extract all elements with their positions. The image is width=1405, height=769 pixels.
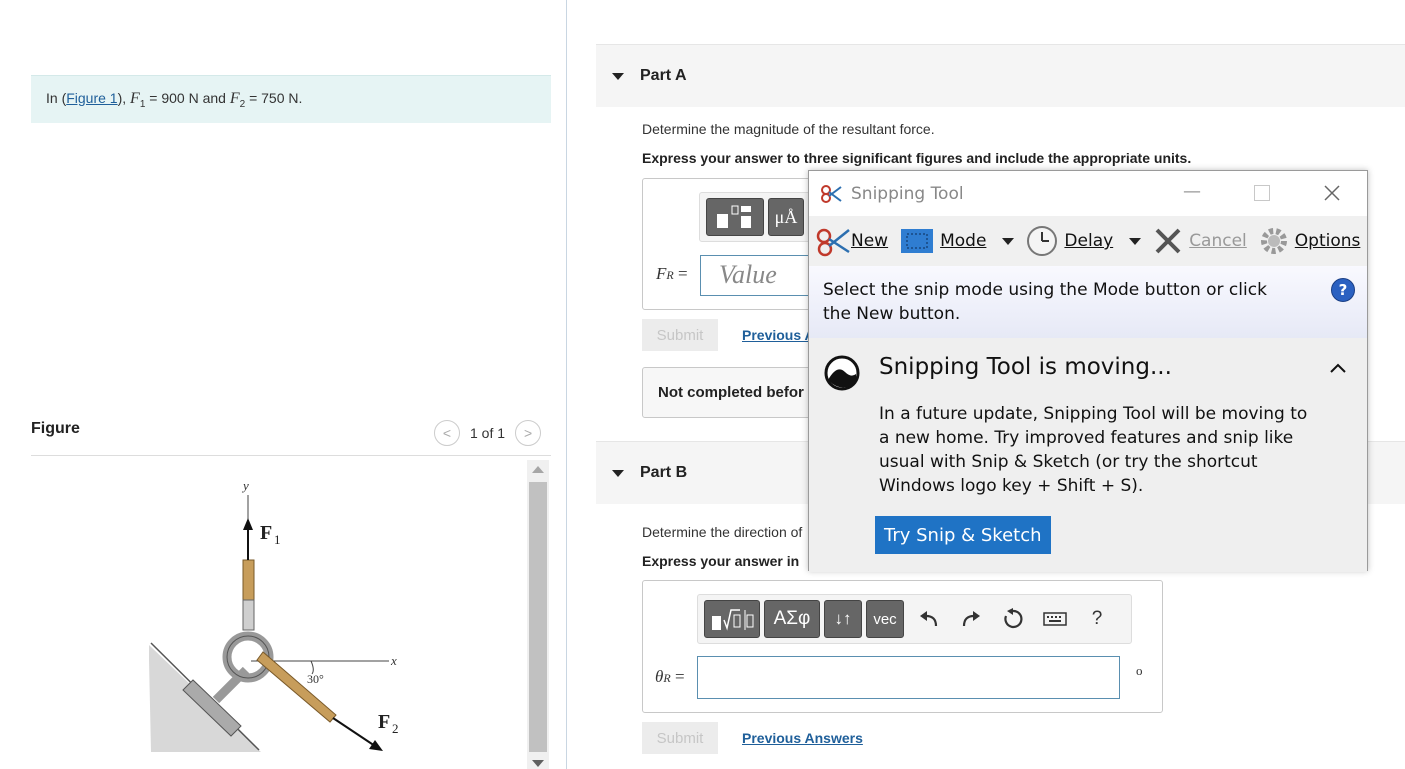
caret-down-icon — [612, 469, 624, 477]
sqrt-template-icon — [712, 609, 754, 631]
scissors-icon — [816, 228, 850, 257]
mode-dropdown-icon[interactable] — [1002, 237, 1015, 245]
part-a-previous-answers-link[interactable]: Previous A — [742, 327, 808, 343]
part-b-toolbar: ΑΣφ ↓↑ vec ? — [697, 594, 1132, 644]
moving-notice: Snipping Tool is moving... In a future u… — [809, 338, 1367, 572]
close-button[interactable] — [1323, 184, 1341, 202]
delay-dropdown-icon[interactable] — [1129, 237, 1142, 245]
part-a-instruction: Express your answer to three significant… — [642, 150, 1192, 166]
rectangle-mode-icon — [901, 229, 934, 253]
undo-icon — [920, 611, 938, 627]
f1-label-sub: 1 — [274, 532, 281, 547]
vector-button[interactable]: vec — [866, 600, 904, 638]
keyboard-button[interactable] — [1034, 600, 1076, 638]
part-a-question: Determine the magnitude of the resultant… — [642, 121, 935, 137]
x-axis-label: x — [390, 653, 397, 668]
pane-divider — [566, 0, 567, 769]
units-button[interactable]: μÅ — [768, 198, 804, 236]
part-a-submit-button[interactable]: Submit — [642, 319, 718, 351]
delay-button[interactable]: Delay — [1026, 225, 1142, 257]
mode-button[interactable]: Mode — [900, 228, 1015, 254]
pager-text: 1 of 1 — [470, 425, 506, 441]
maximize-button[interactable] — [1254, 185, 1270, 201]
part-b-previous-answers-link[interactable]: Previous Answers — [742, 730, 863, 746]
degree-unit: o — [1136, 663, 1143, 678]
fr-label: FR = — [656, 264, 688, 283]
f2-label-sub: 2 — [392, 721, 399, 736]
snip-sketch-icon — [824, 355, 860, 391]
chevron-left-icon: < — [442, 425, 452, 441]
options-button[interactable]: Options — [1259, 226, 1360, 256]
banner-body: In a future update, Snipping Tool will b… — [879, 404, 1308, 496]
problem-pane: In (Figure 1), F1 = 900 N and F2 = 750 N… — [0, 0, 566, 769]
gear-icon — [1260, 228, 1287, 254]
f2-arrow-shaft — [332, 717, 376, 747]
snipping-tool-icon — [821, 184, 842, 203]
next-figure-button[interactable]: > — [515, 420, 542, 446]
figure-heading: Figure — [31, 420, 80, 437]
prev-figure-button[interactable]: < — [434, 420, 460, 446]
chevron-right-icon: > — [523, 425, 533, 441]
f2-rope — [256, 651, 337, 723]
greek-symbols-button[interactable]: ΑΣφ — [764, 600, 820, 638]
f2-label: F — [378, 711, 390, 733]
snipping-tool-titlebar[interactable]: Snipping Tool — — [809, 171, 1367, 216]
f1-rope — [242, 559, 255, 601]
figure-scrollbar[interactable] — [527, 460, 549, 769]
reset-button[interactable] — [992, 600, 1034, 638]
help-button[interactable]: ? — [1076, 600, 1118, 638]
problem-statement: In (Figure 1), F1 = 900 N and F2 = 750 N… — [31, 75, 551, 123]
sort-arrows-button[interactable]: ↓↑ — [824, 600, 862, 638]
scroll-down-icon[interactable] — [532, 760, 544, 767]
snipping-tool-window: Snipping Tool — New Mode Delay Cancel Op… — [808, 170, 1368, 572]
f1-sleeve — [242, 599, 255, 631]
theta-label: θR = — [655, 667, 685, 686]
force-diagram: y x F 1 F 2 30° — [149, 478, 399, 752]
snip-mode-message: Select the snip mode using the Mode butt… — [809, 266, 1367, 338]
collapse-chevron-icon[interactable] — [1329, 362, 1347, 374]
f1-arrowhead — [243, 518, 253, 530]
part-a-header[interactable]: Part A — [596, 44, 1405, 107]
part-b-question: Determine the direction of — [642, 524, 803, 540]
f2-arrowhead — [369, 740, 383, 751]
figure-divider — [31, 455, 551, 456]
templates-button[interactable] — [706, 198, 764, 236]
template-icon — [717, 205, 751, 228]
redo-icon — [962, 611, 980, 627]
new-snip-button[interactable]: New — [815, 224, 888, 258]
undo-button[interactable] — [908, 600, 950, 638]
templates-button[interactable] — [704, 600, 760, 638]
caret-down-icon — [612, 72, 624, 80]
figure-link[interactable]: Figure 1 — [66, 90, 117, 106]
angle-label: 30° — [307, 672, 324, 686]
theta-input[interactable] — [697, 656, 1120, 699]
try-snip-sketch-button[interactable]: Try Snip & Sketch — [875, 516, 1051, 554]
part-b-answer-box: ΑΣφ ↓↑ vec ? θR = o — [642, 580, 1163, 713]
clock-icon — [1027, 226, 1058, 256]
part-b-instruction: Express your answer in — [642, 553, 800, 569]
banner-title: Snipping Tool is moving... — [879, 354, 1172, 380]
cancel-button[interactable]: Cancel — [1153, 226, 1247, 256]
figure-pager: < 1 of 1 > — [434, 419, 542, 447]
keyboard-icon — [1043, 612, 1067, 626]
figure-viewport: y x F 1 F 2 30° — [31, 460, 526, 769]
f1-label: F — [260, 522, 272, 544]
scroll-thumb[interactable] — [529, 482, 547, 752]
redo-button[interactable] — [950, 600, 992, 638]
cancel-x-icon — [1155, 228, 1181, 254]
minimize-button[interactable]: — — [1183, 181, 1201, 202]
y-axis-label: y — [241, 478, 249, 493]
part-b-submit-button[interactable]: Submit — [642, 722, 718, 754]
help-icon[interactable]: ? — [1331, 278, 1355, 302]
snipping-toolbar: New Mode Delay Cancel Options — [809, 216, 1367, 266]
reset-icon — [1004, 608, 1023, 629]
scroll-up-icon[interactable] — [532, 466, 544, 473]
